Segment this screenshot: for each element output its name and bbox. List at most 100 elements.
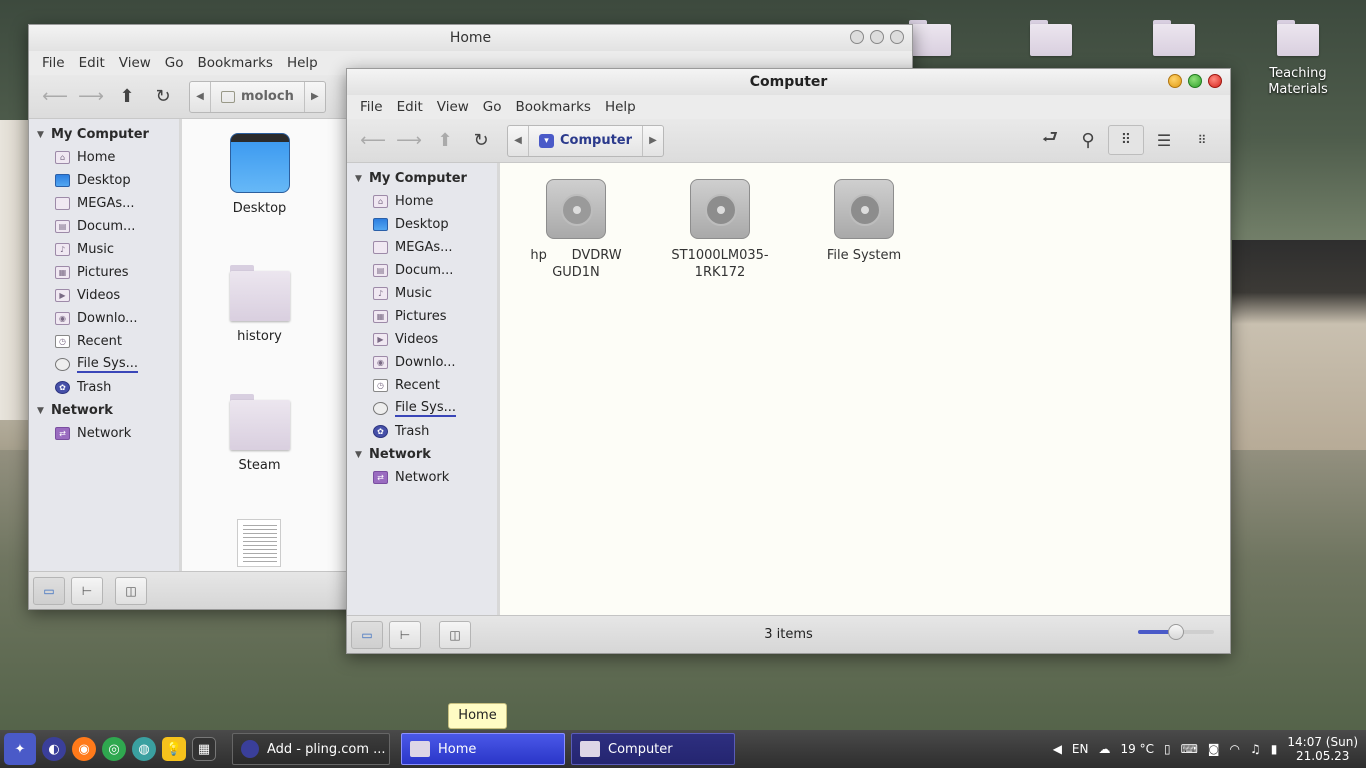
tree-button[interactable]: ⊢ — [389, 620, 421, 649]
task-computer[interactable]: Computer — [571, 733, 735, 765]
crumb-right-icon[interactable]: ▶ — [305, 91, 325, 102]
compact-view-icon[interactable]: ⠿ — [1184, 125, 1220, 155]
sidebar-item-file-system[interactable]: File Sys... — [347, 397, 497, 420]
sidebar-item-documents[interactable]: ▤ Docum... — [347, 259, 497, 282]
menu-view[interactable]: View — [430, 99, 476, 115]
sidebar-item-mega[interactable]: MEGAs... — [29, 192, 179, 215]
sidebar-section-network[interactable]: ▼ Network — [347, 443, 497, 466]
minimize-button[interactable] — [850, 30, 864, 44]
wifi-icon[interactable]: ◠ — [1230, 742, 1240, 756]
places-button[interactable]: ▭ — [351, 620, 383, 649]
firefox-icon[interactable]: ◉ — [72, 737, 96, 761]
toggle-sidebar-button[interactable]: ◫ — [115, 576, 147, 605]
camera-icon[interactable]: ◙ — [1208, 742, 1220, 756]
up-icon[interactable]: ⬆ — [427, 126, 463, 156]
zoom-slider[interactable] — [1138, 624, 1214, 640]
browser-icon[interactable]: ◍ — [132, 737, 156, 761]
tray-expand-icon[interactable]: ◀ — [1053, 742, 1062, 756]
battery-icon[interactable]: ▮ — [1271, 742, 1278, 756]
desktop-folder-icon[interactable] — [1134, 20, 1214, 56]
sidebar-section-my-computer[interactable]: ▼ My Computer — [347, 167, 497, 190]
sidebar-item-file-system[interactable]: File Sys... — [29, 353, 179, 376]
sidebar-item-network[interactable]: ⇄ Network — [29, 422, 179, 445]
menu-bookmarks[interactable]: Bookmarks — [191, 55, 280, 71]
drive-item-file-system[interactable]: File System — [804, 179, 924, 264]
close-button[interactable] — [890, 30, 904, 44]
forward-icon[interactable]: ⟶ — [73, 82, 109, 112]
phone-icon[interactable]: ▯ — [1164, 742, 1171, 756]
sidebar-item-recent[interactable]: ◷ Recent — [29, 330, 179, 353]
menu-go[interactable]: Go — [158, 55, 191, 71]
sidebar-item-documents[interactable]: ▤ Docum... — [29, 215, 179, 238]
back-icon[interactable]: ⟵ — [37, 82, 73, 112]
sidebar-item-downloads[interactable]: ◉ Downlo... — [29, 307, 179, 330]
breadcrumb-item[interactable]: moloch — [210, 81, 305, 112]
sidebar-item-music[interactable]: ♪ Music — [29, 238, 179, 261]
temperature[interactable]: 19 °C — [1120, 742, 1153, 756]
weather-icon[interactable]: ☁ — [1098, 742, 1110, 756]
computer-window[interactable]: Computer File Edit View Go Bookmarks Hel… — [346, 68, 1231, 654]
toggle-sidebar-button[interactable]: ◫ — [439, 620, 471, 649]
minimize-button[interactable] — [1168, 74, 1182, 88]
sidebar-item-videos[interactable]: ▶ Videos — [347, 328, 497, 351]
clock[interactable]: 14:07 (Sun) 21.05.23 — [1287, 735, 1358, 763]
breadcrumb-item[interactable]: ▾ Computer — [528, 125, 644, 156]
sidebar-item-trash[interactable]: ✿ Trash — [29, 376, 179, 399]
crumb-right-icon[interactable]: ▶ — [643, 135, 663, 146]
forward-icon[interactable]: ⟶ — [391, 126, 427, 156]
drive-item-st1000[interactable]: ST1000LM035- 1RK172 — [660, 179, 780, 281]
emacs-icon[interactable]: ◐ — [42, 737, 66, 761]
sidebar-item-mega[interactable]: MEGAs... — [347, 236, 497, 259]
chrome-icon[interactable]: ◎ — [102, 737, 126, 761]
task-home[interactable]: Home — [401, 733, 565, 765]
crumb-left-icon[interactable]: ◀ — [508, 135, 528, 146]
file-item-history[interactable]: history — [212, 265, 307, 344]
toggle-location-icon[interactable]: ⮐ — [1032, 125, 1068, 155]
sidebar-item-trash[interactable]: ✿ Trash — [347, 420, 497, 443]
sidebar-item-recent[interactable]: ◷ Recent — [347, 374, 497, 397]
calculator-icon[interactable]: ▦ — [192, 737, 216, 761]
tree-button[interactable]: ⊢ — [71, 576, 103, 605]
desktop-folder-teaching-materials[interactable]: Teaching Materials — [1258, 20, 1338, 98]
document-thumbnail[interactable] — [237, 519, 281, 567]
volume-icon[interactable]: ♫ — [1250, 742, 1261, 756]
menu-bookmarks[interactable]: Bookmarks — [509, 99, 598, 115]
sidebar-item-desktop[interactable]: Desktop — [347, 213, 497, 236]
zoom-slider-handle[interactable] — [1168, 624, 1184, 640]
sidebar-item-videos[interactable]: ▶ Videos — [29, 284, 179, 307]
menu-edit[interactable]: Edit — [390, 99, 430, 115]
reload-icon[interactable]: ↻ — [145, 82, 181, 112]
sidebar-item-home[interactable]: ⌂ Home — [347, 190, 497, 213]
menu-file[interactable]: File — [353, 99, 390, 115]
sidebar-section-my-computer[interactable]: ▼ My Computer — [29, 123, 179, 146]
reload-icon[interactable]: ↻ — [463, 126, 499, 156]
start-menu-icon[interactable]: ✦ — [4, 733, 36, 765]
icon-view-icon[interactable]: ⠿ — [1108, 125, 1144, 155]
keyboard-layout[interactable]: EN — [1072, 742, 1089, 756]
up-icon[interactable]: ⬆ — [109, 82, 145, 112]
sidebar-item-pictures[interactable]: ▦ Pictures — [347, 305, 497, 328]
sidebar-item-home[interactable]: ⌂ Home — [29, 146, 179, 169]
drive-item-dvdrw[interactable]: hp DVDRW GUD1N — [516, 179, 636, 281]
task-pling[interactable]: Add - pling.com ... — [232, 733, 390, 765]
menu-go[interactable]: Go — [476, 99, 509, 115]
sidebar-item-network[interactable]: ⇄ Network — [347, 466, 497, 489]
menu-help[interactable]: Help — [598, 99, 643, 115]
file-item-steam[interactable]: Steam — [212, 394, 307, 473]
sidebar-item-downloads[interactable]: ◉ Downlo... — [347, 351, 497, 374]
list-view-icon[interactable]: ☰ — [1146, 125, 1182, 155]
maximize-button[interactable] — [1188, 74, 1202, 88]
sidebar-item-pictures[interactable]: ▦ Pictures — [29, 261, 179, 284]
desktop-folder-icon[interactable] — [1011, 20, 1091, 56]
sidebar-item-music[interactable]: ♪ Music — [347, 282, 497, 305]
crumb-left-icon[interactable]: ◀ — [190, 91, 210, 102]
search-icon[interactable]: ⚲ — [1070, 125, 1106, 155]
lightbulb-icon[interactable]: 💡 — [162, 737, 186, 761]
menu-file[interactable]: File — [35, 55, 72, 71]
maximize-button[interactable] — [870, 30, 884, 44]
menu-edit[interactable]: Edit — [72, 55, 112, 71]
keyboard-icon[interactable]: ⌨ — [1181, 742, 1198, 756]
home-titlebar[interactable]: Home — [29, 25, 912, 51]
places-button[interactable]: ▭ — [33, 576, 65, 605]
file-item-desktop[interactable]: Desktop — [212, 133, 307, 216]
